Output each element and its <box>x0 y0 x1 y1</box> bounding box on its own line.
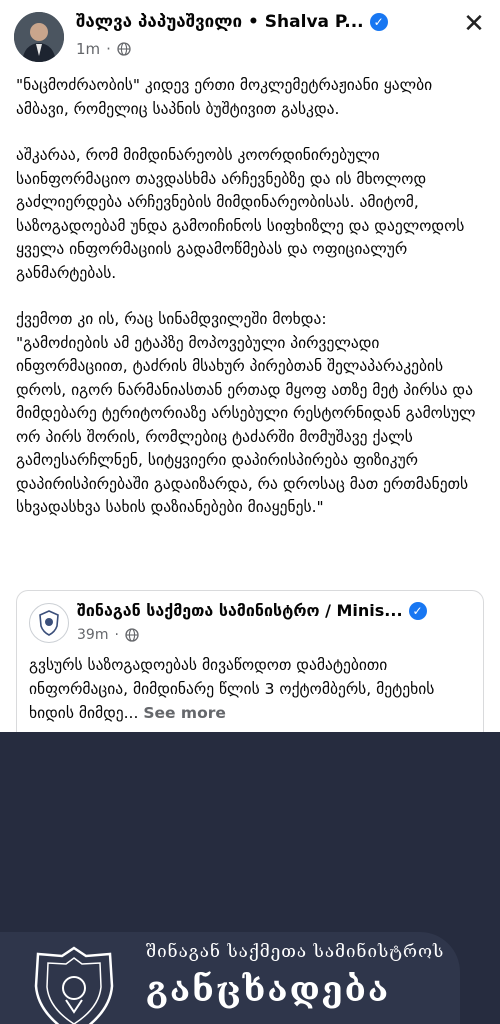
shared-post-author[interactable]: შინაგან საქმეთა სამინისტრო / Minis... ✓ <box>77 601 467 620</box>
ministry-avatar[interactable] <box>29 603 69 643</box>
post-author[interactable]: შალვა პაპუაშვილი • Shalva P... ✓ <box>76 12 446 32</box>
post-meta: 1m · <box>76 40 131 58</box>
verified-badge-icon: ✓ <box>408 601 427 620</box>
globe-icon <box>125 628 139 642</box>
shared-post-meta: 39m · <box>77 627 139 643</box>
see-more-link[interactable]: See more <box>143 704 226 722</box>
ministry-emblem-icon <box>34 946 114 1024</box>
statement-banner-image[interactable]: შინაგან საქმეთა სამინისტროს განცხადება <box>0 732 500 1024</box>
close-icon[interactable]: ✕ <box>460 10 488 38</box>
banner-title: განცხადება <box>146 970 391 1010</box>
author-avatar[interactable] <box>14 12 64 62</box>
banner-subtitle: შინაგან საქმეთა სამინისტროს <box>146 942 445 962</box>
post-header: შალვა პაპუაშვილი • Shalva P... ✓ 1m · ✕ <box>0 0 500 62</box>
verified-badge-icon: ✓ <box>369 13 388 31</box>
post-paragraph: "ნაცმოძრაობის" კიდევ ერთი მოკლემეტრაჟიან… <box>16 76 433 118</box>
shared-post-body: გვსურს საზოგადოებას მივაწოდოთ დამატებითი… <box>29 656 435 722</box>
post-author-name[interactable]: შალვა პაპუაშვილი • Shalva P... <box>76 12 364 32</box>
shared-post-text: გვსურს საზოგადოებას მივაწოდოთ დამატებითი… <box>29 653 475 725</box>
shared-post-card[interactable]: შინაგან საქმეთა სამინისტრო / Minis... ✓ … <box>16 590 484 741</box>
post-paragraph: აშკარაა, რომ მიმდინარეობს კოორდინირებული… <box>16 146 465 282</box>
post-text: "ნაცმოძრაობის" კიდევ ერთი მოკლემეტრაჟიან… <box>16 74 486 543</box>
globe-icon <box>117 42 131 56</box>
shared-post-time[interactable]: 39m <box>77 627 108 643</box>
post-paragraph: ქვემოთ კი ის, რაც სინამდვილეში მოხდა: "გ… <box>16 310 476 516</box>
shared-post-author-name[interactable]: შინაგან საქმეთა სამინისტრო / Minis... <box>77 601 403 620</box>
post-time[interactable]: 1m <box>76 40 100 58</box>
